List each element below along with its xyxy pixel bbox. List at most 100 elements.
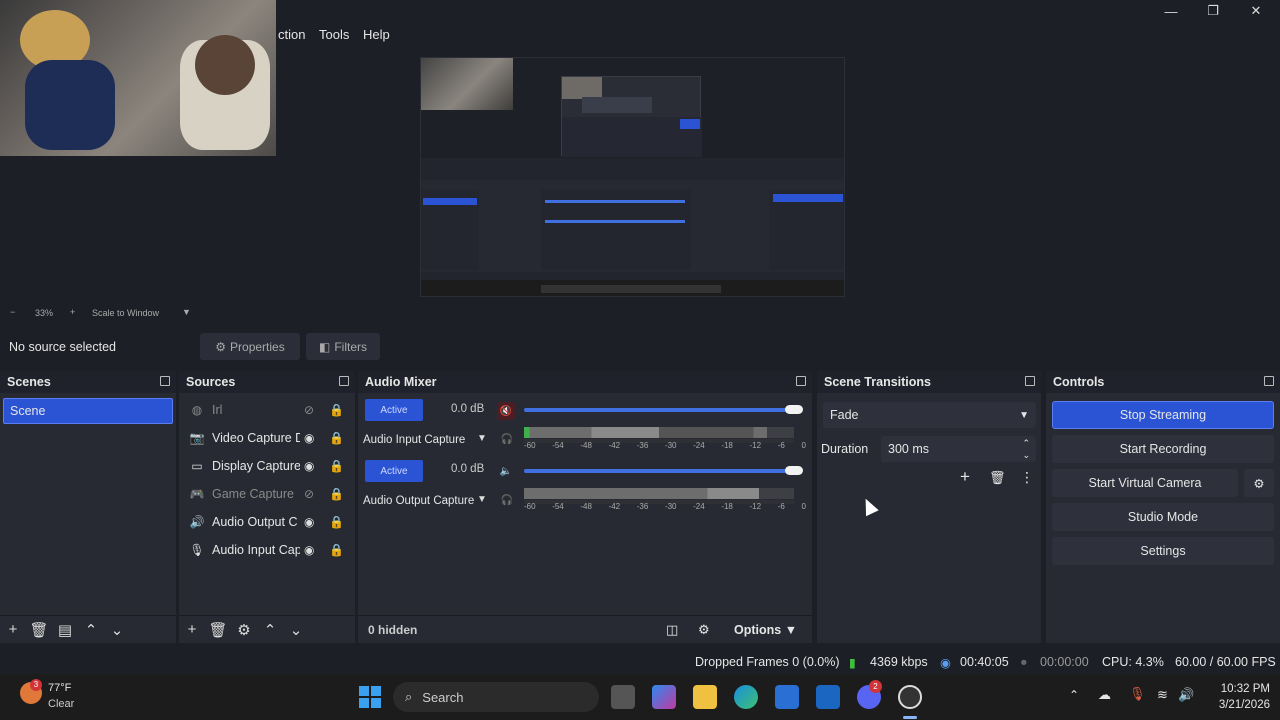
lock-icon[interactable]: 🔒 <box>329 487 344 501</box>
source-item-video-capture[interactable]: 📷 Video Capture D ◉ 🔒 <box>179 424 355 452</box>
move-scene-up-button[interactable]: ⌃ <box>78 621 104 639</box>
taskbar-search[interactable]: ⌕ Search <box>393 682 599 712</box>
clock-time[interactable]: 10:32 PM <box>1214 683 1270 695</box>
source-item-game-capture[interactable]: 🎮 Game Capture ⊘ 🔒 <box>179 480 355 508</box>
lock-icon[interactable]: 🔒 <box>329 515 344 529</box>
eye-hidden-icon[interactable]: ⊘ <box>304 487 314 501</box>
start-recording-button[interactable]: Start Recording <box>1052 435 1274 463</box>
stepper-icon[interactable]: ⌃ ⌄ <box>1022 437 1030 461</box>
studio-mode-button[interactable]: Studio Mode <box>1052 503 1274 531</box>
source-item-audio-input[interactable]: 🎙 Audio Input Cap ◉ 🔒 <box>179 536 355 564</box>
task-view-icon[interactable] <box>611 685 635 709</box>
float-dock-icon[interactable] <box>160 376 170 386</box>
lock-icon[interactable]: 🔒 <box>329 403 344 417</box>
mute-icon[interactable]: 🔇 <box>497 402 515 420</box>
zoom-in-button[interactable]: + <box>70 307 75 317</box>
scale-mode-dropdown[interactable]: ▼ <box>182 307 191 317</box>
program-preview[interactable] <box>420 57 845 297</box>
move-source-down-button[interactable]: ⌄ <box>283 621 309 639</box>
eye-icon[interactable]: ◉ <box>304 459 314 473</box>
speaker-icon: 🔊 <box>189 515 205 529</box>
add-transition-button[interactable]: + <box>960 467 970 487</box>
menu-item-tools[interactable]: Tools <box>319 27 349 42</box>
transition-menu-button[interactable]: ⋮ <box>1020 469 1034 486</box>
volume-slider-handle[interactable] <box>785 405 803 414</box>
virtual-camera-settings-button[interactable]: ⚙ <box>1244 469 1274 497</box>
source-item-display-capture[interactable]: ▭ Display Capture ◉ 🔒 <box>179 452 355 480</box>
scale-tick: -54 <box>552 502 564 511</box>
zoom-out-button[interactable]: − <box>10 307 15 317</box>
source-label: Display Capture <box>212 459 300 473</box>
source-item-irl[interactable]: ◍ Irl ⊘ 🔒 <box>179 396 355 424</box>
minimize-button[interactable]: — <box>1150 0 1192 22</box>
settings-button[interactable]: Settings <box>1052 537 1274 565</box>
channel-menu-dropdown[interactable]: ▼ <box>477 494 487 505</box>
volume-slider-handle[interactable] <box>785 466 803 475</box>
copilot-icon[interactable] <box>652 685 676 709</box>
start-button[interactable] <box>359 686 381 708</box>
duration-spinbox[interactable]: 300 ms ⌃ ⌄ <box>881 436 1036 462</box>
store-icon[interactable] <box>775 685 799 709</box>
float-dock-icon[interactable] <box>1025 376 1035 386</box>
transition-select[interactable]: Fade ▼ <box>823 402 1036 428</box>
scene-item[interactable]: Scene <box>3 398 173 424</box>
maximize-button[interactable]: ❐ <box>1192 0 1234 22</box>
remove-scene-button[interactable]: 🗑 <box>26 621 52 639</box>
volume-slider-track[interactable] <box>524 469 794 473</box>
outlook-icon[interactable] <box>816 685 840 709</box>
advanced-audio-icon[interactable]: ⚙ <box>698 622 710 638</box>
filters-button[interactable]: ◧ Filters <box>306 333 380 360</box>
start-virtual-camera-button[interactable]: Start Virtual Camera <box>1052 469 1238 497</box>
remove-transition-button[interactable]: 🗑 <box>989 470 1006 486</box>
channel-name: Audio Output Capture <box>363 495 475 507</box>
clock-date[interactable]: 3/21/2026 <box>1210 699 1270 711</box>
move-scene-down-button[interactable]: ⌄ <box>104 621 130 639</box>
layout-toggle-icon[interactable]: ◫ <box>666 622 678 638</box>
scale-tick: -36 <box>636 502 649 511</box>
channel-menu-dropdown[interactable]: ▼ <box>477 433 487 444</box>
eye-hidden-icon[interactable]: ⊘ <box>304 403 314 417</box>
move-source-up-button[interactable]: ⌃ <box>257 621 283 639</box>
scene-filters-button[interactable]: ▤ <box>52 621 78 639</box>
lock-icon[interactable]: 🔒 <box>329 543 344 557</box>
chevron-up-icon[interactable]: ⌃ <box>1069 688 1079 702</box>
add-scene-button[interactable]: + <box>0 621 26 638</box>
menu-item-scene-collection[interactable]: ction <box>278 27 305 42</box>
record-time: 00:00:00 <box>1040 655 1089 669</box>
onedrive-icon[interactable]: ☁ <box>1098 687 1111 703</box>
file-explorer-icon[interactable] <box>693 685 717 709</box>
add-source-button[interactable]: + <box>179 621 205 638</box>
eye-icon[interactable]: ◉ <box>304 431 314 445</box>
float-dock-icon[interactable] <box>1264 376 1274 386</box>
edge-icon[interactable] <box>734 685 758 709</box>
meter-scale: -60 -54 -48 -42 -36 -30 -24 -18 -12 -6 0 <box>524 441 806 450</box>
preview-taskbar-icons <box>541 285 721 293</box>
source-label: Game Capture <box>212 487 294 501</box>
source-properties-button[interactable]: ⚙ <box>231 621 257 639</box>
properties-button[interactable]: ⚙ Properties <box>200 333 300 360</box>
discord-badge: 2 <box>869 680 882 693</box>
volume-icon[interactable]: 🔊 <box>1178 687 1194 703</box>
float-dock-icon[interactable] <box>339 376 349 386</box>
speaker-icon[interactable]: 🔈 <box>497 462 515 480</box>
obs-icon[interactable] <box>898 685 922 709</box>
microphone-icon[interactable]: 🎙 <box>1129 686 1146 702</box>
headphones-icon[interactable]: 🎧 <box>498 430 516 448</box>
eye-icon[interactable]: ◉ <box>304 515 314 529</box>
wifi-icon[interactable]: ≋ <box>1157 687 1168 703</box>
lock-icon[interactable]: 🔒 <box>329 431 344 445</box>
headphones-icon[interactable]: 🎧 <box>498 491 516 509</box>
audio-mixer-title-bar: Audio Mixer <box>358 371 812 393</box>
float-dock-icon[interactable] <box>796 376 806 386</box>
stop-streaming-button[interactable]: Stop Streaming <box>1052 401 1274 429</box>
start-logo-tile <box>371 698 381 708</box>
menu-item-help[interactable]: Help <box>363 27 390 42</box>
options-button[interactable]: Options ▼ <box>734 623 797 637</box>
eye-icon[interactable]: ◉ <box>304 543 314 557</box>
volume-slider-track[interactable] <box>524 408 794 412</box>
close-button[interactable]: ✕ <box>1235 0 1277 22</box>
remove-source-button[interactable]: 🗑 <box>205 621 231 639</box>
lock-icon[interactable]: 🔒 <box>329 459 344 473</box>
source-item-audio-output[interactable]: 🔊 Audio Output C ◉ 🔒 <box>179 508 355 536</box>
fps: 60.00 / 60.00 FPS <box>1175 655 1276 669</box>
